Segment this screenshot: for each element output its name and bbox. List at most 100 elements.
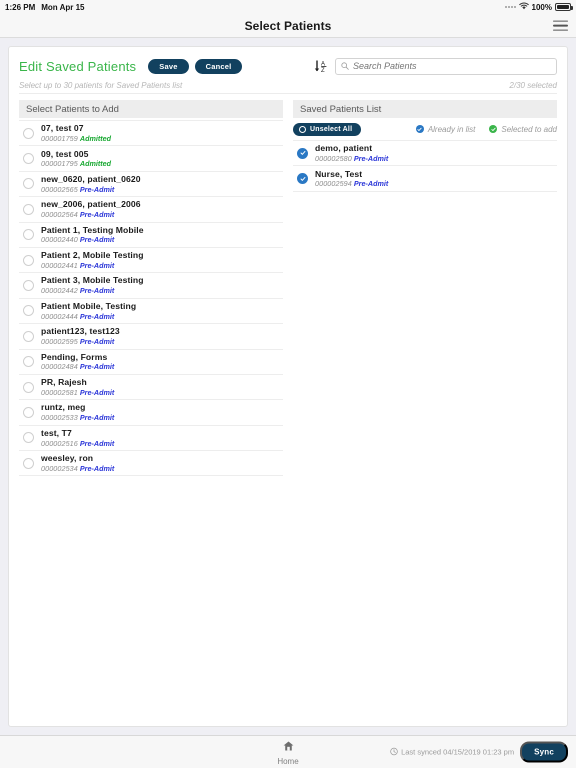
patient-info: runtz, meg 000002533 Pre-Admit <box>41 402 114 422</box>
patient-status-badge: Pre-Admit <box>353 179 389 189</box>
patient-mrn: 000002442 <box>41 286 78 296</box>
patient-row[interactable]: Pending, Forms 000002484 Pre-Admit <box>19 350 283 375</box>
wifi-icon <box>518 2 529 12</box>
selection-hint: Select up to 30 patients for Saved Patie… <box>19 81 183 90</box>
patient-meta: 000002444 Pre-Admit <box>41 312 136 321</box>
patient-meta: 000002533 Pre-Admit <box>41 413 114 422</box>
patient-info: Patient 3, Mobile Testing 000002442 Pre-Ad… <box>41 275 144 295</box>
patient-mrn: 000002533 <box>41 413 78 423</box>
search-input[interactable] <box>353 61 551 71</box>
status-bar-time: 1:26 PM <box>5 2 36 12</box>
clock-icon <box>390 747 398 757</box>
legend-label-already: Already in list <box>427 124 476 134</box>
patient-meta: 000002484 Pre-Admit <box>41 362 114 371</box>
patient-row[interactable]: Nurse, Test 000002594 Pre-Admit <box>293 166 557 192</box>
patient-radio-icon[interactable] <box>23 406 34 418</box>
patient-radio-icon[interactable] <box>23 432 34 444</box>
select-patients-to-add-panel: Select Patients to Add 07, test 07 000001… <box>19 100 283 718</box>
search-patients-box[interactable] <box>335 57 557 75</box>
patient-meta: 000002581 Pre-Admit <box>41 388 114 397</box>
patient-radio-icon[interactable] <box>23 305 34 317</box>
patient-info: patient123, test123 000002595 Pre-Admit <box>41 326 120 346</box>
battery-percent-label: 100% <box>531 2 552 12</box>
patient-radio-icon[interactable] <box>23 127 34 139</box>
patient-row[interactable]: PR, Rajesh 000002581 Pre-Admit <box>19 375 283 401</box>
patient-name: PR, Rajesh <box>41 377 87 388</box>
save-button[interactable]: Save <box>148 58 189 74</box>
patient-status-badge: Admitted <box>79 159 112 169</box>
patient-row[interactable]: new_0620, patient_0620 000002565 Pre-Admit <box>19 172 283 198</box>
patient-name: Patient Mobile, Testing <box>41 300 137 311</box>
cancel-button[interactable]: Cancel <box>194 58 243 74</box>
patient-info: Pending, Forms 000002484 Pre-Admit <box>41 352 114 372</box>
patient-row[interactable]: Patient 3, Mobile Testing 000002442 Pre-Ad… <box>19 273 283 299</box>
empty-circle-icon <box>299 125 306 133</box>
patient-row[interactable]: runtz, meg 000002533 Pre-Admit <box>19 400 283 426</box>
patient-row[interactable]: weesley, ron 000002534 Pre-Admit <box>19 451 283 477</box>
patient-name: weesley, ron <box>41 453 94 464</box>
available-patients-list[interactable]: 07, test 07 000001759 Admitted 09, test 005… <box>19 120 283 477</box>
patient-meta: 000001759 Admitted <box>41 134 111 143</box>
patient-row[interactable]: test, T7 000002516 Pre-Admit <box>19 426 283 452</box>
patient-name: demo, patient <box>315 143 373 154</box>
patient-name: Patient 2, Mobile Testing <box>41 250 144 261</box>
hamburger-menu-icon[interactable] <box>553 20 568 31</box>
patient-meta: 000002565 Pre-Admit <box>41 185 141 194</box>
patient-name: Patient 1, Testing Mobile <box>41 224 144 235</box>
patient-checked-icon[interactable] <box>297 173 308 185</box>
sort-alpha-ascending-icon[interactable]: A Z <box>313 59 329 74</box>
sync-area: Last synced 04/15/2019 01:23 pm Sync <box>390 741 568 763</box>
patient-radio-icon[interactable] <box>23 280 34 292</box>
legend-label-selected: Selected to add <box>501 124 557 134</box>
patient-row[interactable]: patient123, test123 000002595 Pre-Admit <box>19 324 283 350</box>
patient-radio-icon[interactable] <box>23 254 34 266</box>
patient-row[interactable]: new_2006, patient_2006 000002564 Pre-Admit <box>19 197 283 223</box>
patient-name: Patient 3, Mobile Testing <box>41 275 144 286</box>
tab-home[interactable]: Home <box>277 738 299 766</box>
patient-radio-icon[interactable] <box>23 203 34 215</box>
patient-row[interactable]: 09, test 005 000001795 Admitted <box>19 146 283 172</box>
patient-info: Nurse, Test 000002594 Pre-Admit <box>315 169 388 189</box>
patient-mrn: 000002595 <box>41 337 78 346</box>
patient-row[interactable]: 07, test 07 000001759 Admitted <box>19 121 283 147</box>
status-bar-right-group: 100% <box>504 2 573 12</box>
patient-meta: 000002534 Pre-Admit <box>41 464 114 473</box>
patient-radio-icon[interactable] <box>23 457 34 469</box>
patient-mrn: 000002441 <box>41 260 78 270</box>
patient-row[interactable]: Patient Mobile, Testing 000002444 Pre-Admi… <box>19 299 283 325</box>
patient-name: test, T7 <box>41 427 72 438</box>
patient-name: new_2006, patient_2006 <box>41 199 141 210</box>
patient-radio-icon[interactable] <box>23 178 34 190</box>
bottom-tab-bar: Home Last synced 04/15/2019 01:23 pm Syn… <box>0 735 576 768</box>
patient-row[interactable]: demo, patient 000002580 Pre-Admit <box>293 141 557 167</box>
patient-status-badge: Pre-Admit <box>79 387 115 397</box>
patient-row[interactable]: Patient 1, Testing Mobile 000002440 Pre-Ad… <box>19 223 283 248</box>
patient-radio-icon[interactable] <box>23 381 34 393</box>
signal-dots-icon <box>504 6 516 8</box>
patient-radio-icon[interactable] <box>23 153 34 165</box>
patient-name: Pending, Forms <box>41 351 108 362</box>
patient-status-badge: Pre-Admit <box>79 210 115 220</box>
patient-mrn: 000002444 <box>41 311 78 321</box>
battery-full-icon <box>555 3 573 11</box>
patient-status-badge: Admitted <box>79 133 112 143</box>
patient-row[interactable]: Patient 2, Mobile Testing 000002441 Pre-Ad… <box>19 248 283 274</box>
toolbar-right-group: A Z <box>313 57 557 75</box>
patient-mrn: 000002516 <box>41 438 78 448</box>
sync-button[interactable]: Sync <box>520 741 568 763</box>
patient-status-badge: Pre-Admit <box>79 413 115 423</box>
saved-patients-list[interactable]: demo, patient 000002580 Pre-Admit Nurse, Te… <box>293 140 557 192</box>
patient-info: 09, test 005 000001795 Admitted <box>41 149 111 169</box>
legend-selected-to-add: Selected to add <box>489 125 557 134</box>
tab-home-label: Home <box>277 757 299 766</box>
patient-checked-icon[interactable] <box>297 147 308 159</box>
last-synced-label: Last synced 04/15/2019 01:23 pm <box>401 747 515 757</box>
patient-radio-icon[interactable] <box>23 229 34 241</box>
unselect-all-label: Unselect All <box>310 125 353 133</box>
patient-info: Patient 2, Mobile Testing 000002441 Pre-Ad… <box>41 250 144 270</box>
patient-radio-icon[interactable] <box>23 356 34 368</box>
patient-mrn: 000002594 <box>315 179 352 189</box>
patient-radio-icon[interactable] <box>23 330 34 342</box>
check-circle-green-icon <box>489 125 498 133</box>
unselect-all-button[interactable]: Unselect All <box>293 122 362 136</box>
